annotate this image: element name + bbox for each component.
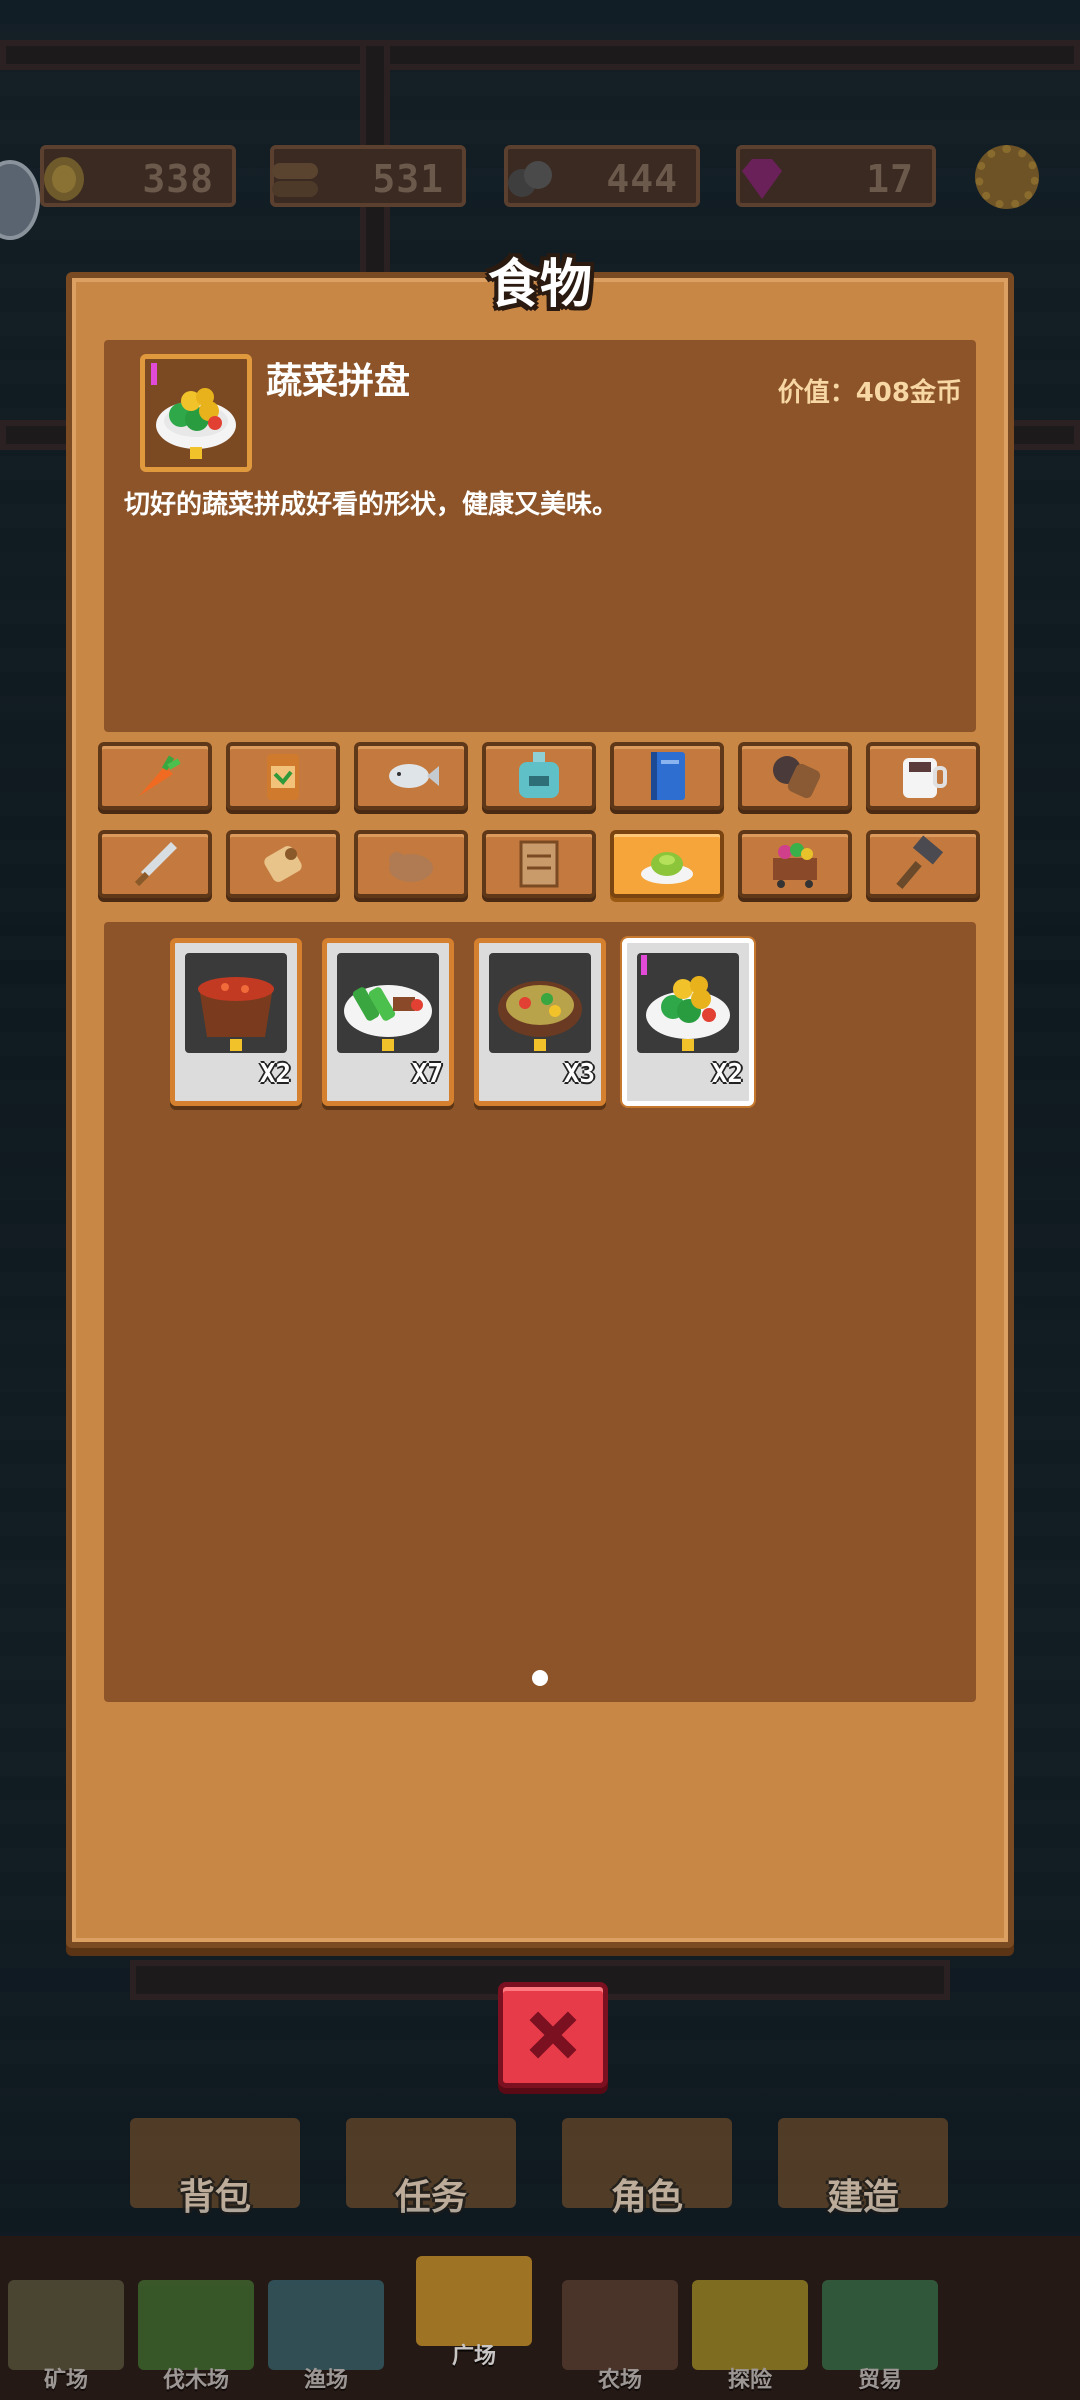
tab-ores[interactable] [738,830,852,898]
ore-cart-icon [773,843,817,888]
animal-icon [389,852,433,882]
resource-value: 17 [866,157,914,201]
nav-trade[interactable]: 贸易 [816,2250,944,2393]
carrot-icon [139,755,181,796]
nav-label: 农场 [597,2368,642,2393]
vegetable-skewer-icon [344,985,432,1051]
tab-fish[interactable] [354,742,468,810]
resource-bar: 338 531 444 17 [30,145,1040,207]
item-quantity: X3 [563,1059,595,1089]
tab-furniture[interactable] [482,830,596,898]
item-slot-well [337,953,439,1053]
page-indicator-dot[interactable] [532,1670,548,1686]
close-button[interactable] [498,1982,608,2088]
tab-potions[interactable] [482,742,596,810]
tab-food[interactable] [610,830,724,898]
wood-log-icon [272,163,318,197]
nav-label: 探险 [727,2368,772,2393]
nav-mine[interactable]: 矿场 [2,2250,130,2393]
book-icon [651,752,685,800]
resource-gem: 17 [736,145,936,207]
bark-log-icon [773,756,821,799]
gold-coin-icon [44,157,84,201]
character-button[interactable]: 角色 [562,2168,732,2220]
frame-icon [519,840,559,888]
item-name: 蔬菜拼盘 [266,361,411,402]
sword-icon [134,842,177,887]
item-detail: 蔬菜拼盘 价值：408金币 切好的蔬菜拼成好看的形状，健康又美味。 [104,340,976,732]
item-quantity: X2 [711,1059,743,1089]
item-slot[interactable]: X3 [474,938,606,1106]
nav-label: 伐木场 [162,2368,229,2393]
item-slot-well [489,953,591,1053]
tab-tools[interactable] [866,830,980,898]
panel-title: 食物 [487,255,592,315]
settings-gear-icon[interactable] [975,145,1039,209]
mine-icon [8,2280,124,2370]
item-value: 价值：408金币 [777,378,962,408]
resource-value: 338 [142,157,214,201]
nav-label: 渔场 [303,2368,348,2393]
trade-icon [822,2280,938,2370]
gem-icon [742,159,782,199]
resource-value: 531 [372,157,444,201]
tab-books[interactable] [610,742,724,810]
lumber-icon [138,2280,254,2370]
explore-icon [692,2280,808,2370]
hammer-icon [896,835,944,890]
resource-value: 444 [606,157,678,201]
scroll-icon [264,846,302,882]
seed-bag-icon [267,754,299,800]
item-slot-selected[interactable]: X2 [622,938,754,1106]
tab-animals[interactable] [354,830,468,898]
tab-vegetables[interactable] [98,742,212,810]
item-slot-well [185,953,287,1053]
tab-scrolls[interactable] [226,830,340,898]
potion-icon [519,752,559,798]
item-slot[interactable]: X2 [170,938,302,1106]
item-description: 切好的蔬菜拼成好看的形状，健康又美味。 [124,490,619,520]
item-slot-well [637,953,739,1053]
vegetable-platter-icon [151,363,236,459]
vegetable-platter-icon [641,955,730,1051]
tab-weapons[interactable] [98,830,212,898]
backpack-button[interactable]: 背包 [130,2168,300,2220]
plaza-icon [416,2256,532,2346]
nav-label: 矿场 [43,2368,88,2393]
stone-icon [508,161,552,197]
build-button[interactable]: 建造 [778,2168,948,2220]
item-quantity: X7 [411,1059,443,1089]
tab-drinks[interactable] [866,742,980,810]
cup-icon [903,758,947,798]
resource-stone: 444 [504,145,700,207]
fishery-icon [268,2280,384,2370]
nav-lumber[interactable]: 伐木场 [132,2250,260,2393]
food-dish-icon [641,852,693,884]
item-slot[interactable]: X7 [322,938,454,1106]
selected-item-icon-frame [140,354,252,472]
tomato-stew-icon [198,977,274,1051]
tasks-button[interactable]: 任务 [346,2168,516,2220]
resource-gold: 338 [40,145,236,207]
soup-bowl-icon [498,981,582,1051]
tab-materials[interactable] [738,742,852,810]
fish-icon [389,764,439,788]
item-quantity: X2 [259,1059,291,1089]
nav-plaza[interactable]: 广场 [410,2226,538,2369]
resource-wood: 531 [270,145,466,207]
tab-seeds[interactable] [226,742,340,810]
item-grid: X2 X7 X3 X2 [104,922,976,1702]
nav-explore[interactable]: 探险 [686,2250,814,2393]
nav-farm[interactable]: 农场 [556,2250,684,2393]
nav-label: 广场 [451,2344,496,2369]
farm-icon [562,2280,678,2370]
nav-label: 贸易 [857,2368,902,2393]
close-icon [529,2011,577,2059]
nav-fishery[interactable]: 渔场 [262,2250,390,2393]
